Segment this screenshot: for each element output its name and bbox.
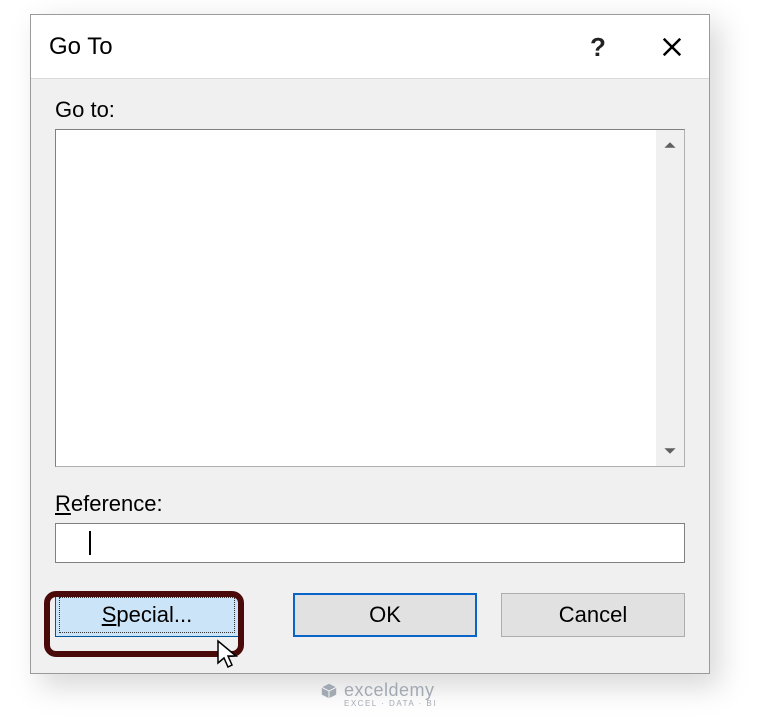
titlebar: Go To ?: [31, 15, 709, 79]
watermark-logo-icon: [320, 682, 338, 706]
chevron-up-icon: [663, 138, 677, 152]
goto-list-container: [55, 129, 685, 467]
scroll-down-button[interactable]: [656, 436, 684, 466]
scroll-up-button[interactable]: [656, 130, 684, 160]
cancel-button-label: Cancel: [559, 602, 627, 628]
reference-label: Reference:: [55, 491, 685, 517]
ok-button-label: OK: [369, 602, 401, 628]
goto-dialog: Go To ? Go to:: [30, 14, 710, 674]
close-button[interactable]: [635, 15, 709, 79]
watermark-tagline: EXCEL · DATA · BI: [344, 699, 437, 708]
close-icon: [661, 36, 683, 58]
chevron-down-icon: [663, 444, 677, 458]
goto-label: Go to:: [55, 97, 685, 123]
goto-scrollbar[interactable]: [656, 130, 684, 466]
goto-listbox[interactable]: [56, 130, 656, 466]
help-button[interactable]: ?: [561, 15, 635, 79]
ok-button[interactable]: OK: [293, 593, 477, 637]
watermark-name: exceldemy: [344, 680, 437, 701]
reference-input[interactable]: [55, 523, 685, 563]
cancel-button[interactable]: Cancel: [501, 593, 685, 637]
text-caret: [89, 531, 91, 555]
watermark: exceldemy EXCEL · DATA · BI: [320, 680, 437, 708]
special-button[interactable]: Special...: [55, 593, 239, 637]
dialog-title: Go To: [31, 33, 113, 61]
